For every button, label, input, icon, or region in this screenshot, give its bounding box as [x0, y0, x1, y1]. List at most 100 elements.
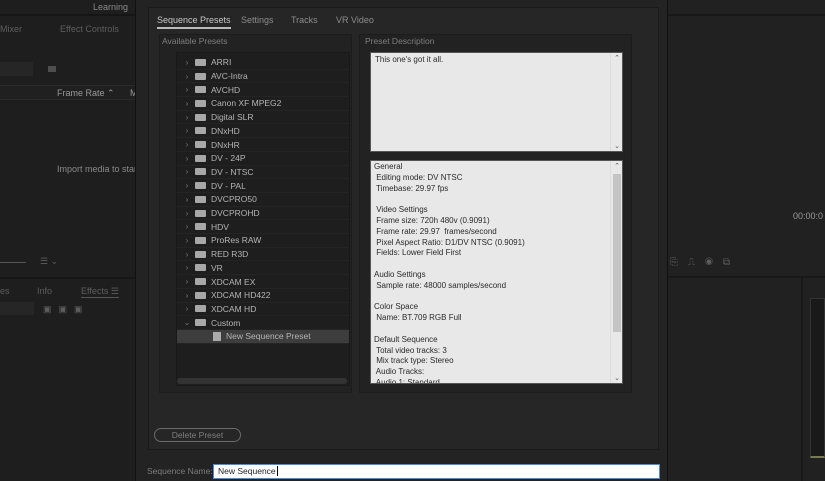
- preset-folder-canon-xf-mpeg2[interactable]: › Canon XF MPEG2: [177, 97, 349, 111]
- chevron-right-icon[interactable]: ›: [179, 236, 195, 245]
- folder-icon: [195, 127, 206, 135]
- sort-up-icon: ⌃: [107, 88, 115, 98]
- info-line: Name: BT.709 RGB Full: [374, 313, 462, 323]
- preset-label: AVCHD: [211, 84, 241, 95]
- preset-folder-xdcam-hd422[interactable]: › XDCAM HD422: [177, 289, 349, 303]
- chevron-right-icon[interactable]: ›: [179, 126, 195, 135]
- chevron-right-icon[interactable]: ›: [179, 72, 195, 81]
- info-scrollbar[interactable]: ⌃ ⌄: [610, 161, 622, 383]
- info-line: Pixel Aspect Ratio: D1/DV NTSC (0.9091): [374, 237, 525, 247]
- chevron-down-icon[interactable]: ⌄: [179, 318, 195, 327]
- tab-libraries[interactable]: es: [0, 286, 10, 296]
- tab-sequence-presets[interactable]: Sequence Presets: [157, 15, 231, 29]
- preset-folder-dvcprohd[interactable]: › DVCPROHD: [177, 207, 349, 221]
- new-bin-icon[interactable]: [48, 66, 56, 72]
- preset-folder-prores-raw[interactable]: › ProRes RAW: [177, 234, 349, 248]
- tab-effects[interactable]: Effects ☰: [81, 286, 119, 298]
- preset-label: ARRI: [211, 57, 232, 68]
- preset-folder-digital-slr[interactable]: › Digital SLR: [177, 111, 349, 125]
- tab-audio-mixer[interactable]: Mixer: [0, 24, 22, 34]
- info-line: Timebase: 29.97 fps: [374, 183, 449, 193]
- preset-folder-arri[interactable]: › ARRI: [177, 56, 349, 70]
- effects-search[interactable]: [0, 302, 34, 315]
- preset-folder-dnxhd[interactable]: › DNxHD: [177, 125, 349, 139]
- chevron-right-icon[interactable]: ›: [179, 99, 195, 108]
- description-scrollbar[interactable]: ⌃ ⌄: [610, 53, 622, 151]
- info-line: Total video tracks: 3: [374, 345, 447, 355]
- preset-folder-xdcam-ex[interactable]: › XDCAM EX: [177, 275, 349, 289]
- chevron-right-icon[interactable]: ›: [179, 195, 195, 204]
- preset-description-group: Preset Description This one's got it all…: [359, 34, 632, 393]
- tab-tracks[interactable]: Tracks: [291, 15, 318, 25]
- preset-folder-dv-ntsc[interactable]: › DV - NTSC: [177, 166, 349, 180]
- effects-icons[interactable]: ▣▣▣: [43, 304, 90, 315]
- folder-icon: [195, 58, 206, 66]
- info-line: Editing mode: DV NTSC: [374, 172, 463, 182]
- chevron-right-icon[interactable]: ›: [179, 250, 195, 259]
- preset-description-label: Preset Description: [365, 36, 435, 46]
- chevron-right-icon[interactable]: ›: [179, 291, 195, 300]
- folder-icon: [195, 154, 206, 162]
- tab-info[interactable]: Info: [37, 286, 52, 296]
- preset-folder-avc-intra[interactable]: › AVC-Intra: [177, 70, 349, 84]
- preset-folder-dvcpro50[interactable]: › DVCPRO50: [177, 193, 349, 207]
- folder-icon: [195, 236, 206, 244]
- chevron-right-icon[interactable]: ›: [179, 154, 195, 163]
- folder-icon: [195, 278, 206, 286]
- tab-vr-video[interactable]: VR Video: [336, 15, 374, 25]
- presets-tree[interactable]: › ARRI › AVC-Intra › AVCHD › Canon XF MPEG2 › Dig…: [176, 52, 350, 386]
- chevron-right-icon[interactable]: ›: [179, 113, 195, 122]
- background-right-panel: 00:00:0 ⎘⎍◉⧉: [668, 0, 825, 481]
- chevron-right-icon[interactable]: ›: [179, 140, 195, 149]
- preset-new-sequence-preset[interactable]: New Sequence Preset: [177, 330, 349, 344]
- preset-folder-dnxhr[interactable]: › DNxHR: [177, 138, 349, 152]
- preset-folder-vr[interactable]: › VR: [177, 262, 349, 276]
- chevron-right-icon[interactable]: ›: [179, 263, 195, 272]
- chevron-right-icon[interactable]: ›: [179, 181, 195, 190]
- tab-effect-controls[interactable]: Effect Controls: [60, 24, 119, 34]
- chevron-right-icon[interactable]: ›: [179, 209, 195, 218]
- chevron-right-icon[interactable]: ›: [179, 277, 195, 286]
- chevron-right-icon[interactable]: ›: [179, 222, 195, 231]
- preset-folder-custom[interactable]: ⌄ Custom: [177, 316, 349, 330]
- chevron-right-icon[interactable]: ›: [179, 304, 195, 313]
- preset-folder-dv-pal[interactable]: › DV - PAL: [177, 179, 349, 193]
- export-frame-icons[interactable]: ⎘⎍◉⧉: [670, 257, 740, 268]
- preset-folder-avchd[interactable]: › AVCHD: [177, 83, 349, 98]
- preset-label: DV - NTSC: [211, 166, 254, 177]
- chevron-right-icon[interactable]: ›: [179, 167, 195, 176]
- list-view-icon[interactable]: ☰ ⌄: [40, 256, 58, 267]
- tab-learning[interactable]: Learning: [93, 2, 128, 12]
- folder-icon: [195, 291, 206, 299]
- preset-label: VR: [211, 262, 223, 273]
- tab-settings[interactable]: Settings: [241, 15, 274, 25]
- info-line: [374, 194, 619, 205]
- preset-label: XDCAM HD: [211, 303, 257, 314]
- preset-folder-xdcam-hd[interactable]: › XDCAM HD: [177, 303, 349, 317]
- preset-label: AVC-Intra: [211, 71, 248, 82]
- preset-folder-hdv[interactable]: › HDV: [177, 220, 349, 235]
- zoom-slider[interactable]: [0, 262, 26, 263]
- preset-label: DVCPRO50: [211, 194, 257, 205]
- search-input[interactable]: [0, 62, 33, 76]
- audio-meter: [810, 298, 825, 458]
- available-presets-group: Available Presets › ARRI › AVC-Intra › AVCHD ›…: [159, 34, 352, 393]
- folder-icon: [195, 141, 206, 149]
- column-frame-rate[interactable]: Frame Rate ⌃: [57, 88, 115, 99]
- info-line: General: [374, 162, 403, 171]
- preset-folder-red-r3d[interactable]: › RED R3D: [177, 248, 349, 262]
- chevron-right-icon[interactable]: ›: [179, 58, 195, 67]
- description-textarea[interactable]: This one's got it all. ⌃ ⌄: [370, 52, 623, 152]
- delete-preset-button[interactable]: Delete Preset: [154, 428, 241, 442]
- dialog-content: Sequence Presets Settings Tracks VR Vide…: [148, 7, 659, 450]
- info-line: Fields: Lower Field First: [374, 248, 462, 258]
- info-line: Frame size: 720h 480v (0.9091): [374, 215, 490, 225]
- available-presets-label: Available Presets: [162, 36, 228, 46]
- sequence-name-input[interactable]: New Sequence: [213, 464, 660, 479]
- empty-message: Import media to start: [57, 164, 140, 174]
- preset-folder-dv-24p[interactable]: › DV - 24P: [177, 152, 349, 166]
- chevron-right-icon[interactable]: ›: [179, 85, 195, 94]
- tree-horizontal-scrollbar[interactable]: [177, 378, 347, 384]
- folder-icon: [195, 223, 206, 231]
- preset-info-box[interactable]: General Editing mode: DV NTSC Timebase: …: [370, 160, 623, 384]
